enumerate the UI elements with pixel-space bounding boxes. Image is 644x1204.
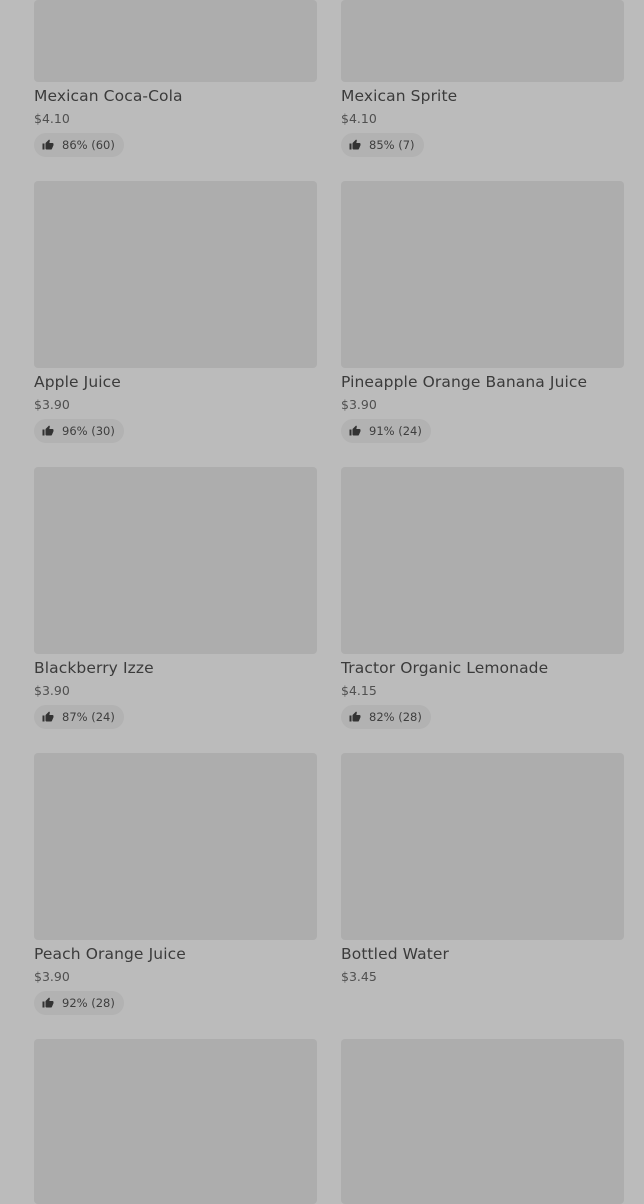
item-image[interactable] — [341, 1039, 624, 1204]
rating-text: 91% (24) — [369, 424, 422, 438]
menu-item-card[interactable]: Blackberry Izze $3.90 87% (24) — [34, 467, 317, 729]
item-name: Peach Orange Juice — [34, 945, 186, 963]
item-price: $4.10 — [341, 111, 377, 126]
item-image[interactable] — [34, 0, 317, 82]
item-name: Tractor Organic Lemonade — [341, 659, 549, 677]
item-price: $4.15 — [341, 683, 377, 698]
item-price: $3.90 — [34, 683, 70, 698]
item-name: Mexican Coca-Cola — [34, 87, 183, 105]
menu-item-card[interactable]: Peach Orange Juice $3.90 92% (28) — [34, 753, 317, 1015]
rating-badge: 92% (28) — [34, 991, 124, 1015]
item-image[interactable] — [341, 0, 624, 82]
item-price: $3.90 — [341, 397, 377, 412]
thumbs-up-icon — [42, 711, 54, 722]
menu-item-card[interactable] — [34, 1039, 317, 1204]
item-name: Apple Juice — [34, 373, 121, 391]
menu-item-card[interactable]: Mexican Sprite $4.10 85% (7) — [341, 0, 624, 160]
rating-badge: 91% (24) — [341, 419, 431, 443]
menu-item-card[interactable]: Apple Juice $3.90 96% (30) — [34, 181, 317, 443]
item-price: $3.45 — [341, 969, 377, 984]
menu-item-card[interactable]: Tractor Organic Lemonade $4.15 82% (28) — [341, 467, 624, 729]
item-image[interactable] — [34, 181, 317, 368]
menu-item-grid: Mexican Coca-Cola $4.10 86% (60) Mexican… — [0, 0, 644, 1204]
item-image[interactable] — [34, 753, 317, 940]
item-name: Mexican Sprite — [341, 87, 458, 105]
rating-badge: 87% (24) — [34, 705, 124, 729]
rating-badge: 85% (7) — [341, 133, 424, 157]
rating-text: 87% (24) — [62, 710, 115, 724]
thumbs-up-icon — [42, 139, 54, 150]
menu-item-card[interactable]: Bottled Water $3.45 — [341, 753, 624, 1015]
item-image[interactable] — [341, 753, 624, 940]
item-image[interactable] — [341, 467, 624, 654]
item-name: Bottled Water — [341, 945, 449, 963]
menu-item-card[interactable]: Mexican Coca-Cola $4.10 86% (60) — [34, 0, 317, 160]
thumbs-up-icon — [42, 425, 54, 436]
item-image[interactable] — [34, 1039, 317, 1204]
rating-badge: 82% (28) — [341, 705, 431, 729]
thumbs-up-icon — [42, 997, 54, 1008]
rating-badge: 86% (60) — [34, 133, 124, 157]
item-name: Pineapple Orange Banana Juice — [341, 373, 588, 391]
rating-text: 86% (60) — [62, 138, 115, 152]
item-image[interactable] — [34, 467, 317, 654]
rating-text: 82% (28) — [369, 710, 422, 724]
menu-item-card[interactable] — [341, 1039, 624, 1204]
thumbs-up-icon — [349, 425, 361, 436]
item-image[interactable] — [341, 181, 624, 368]
item-price: $4.10 — [34, 111, 70, 126]
thumbs-up-icon — [349, 139, 361, 150]
item-price: $3.90 — [34, 969, 70, 984]
rating-badge: 96% (30) — [34, 419, 124, 443]
rating-text: 85% (7) — [369, 138, 415, 152]
item-price: $3.90 — [34, 397, 70, 412]
item-name: Blackberry Izze — [34, 659, 154, 677]
rating-text: 92% (28) — [62, 996, 115, 1010]
rating-text: 96% (30) — [62, 424, 115, 438]
thumbs-up-icon — [349, 711, 361, 722]
menu-item-card[interactable]: Pineapple Orange Banana Juice $3.90 91% … — [341, 181, 624, 443]
